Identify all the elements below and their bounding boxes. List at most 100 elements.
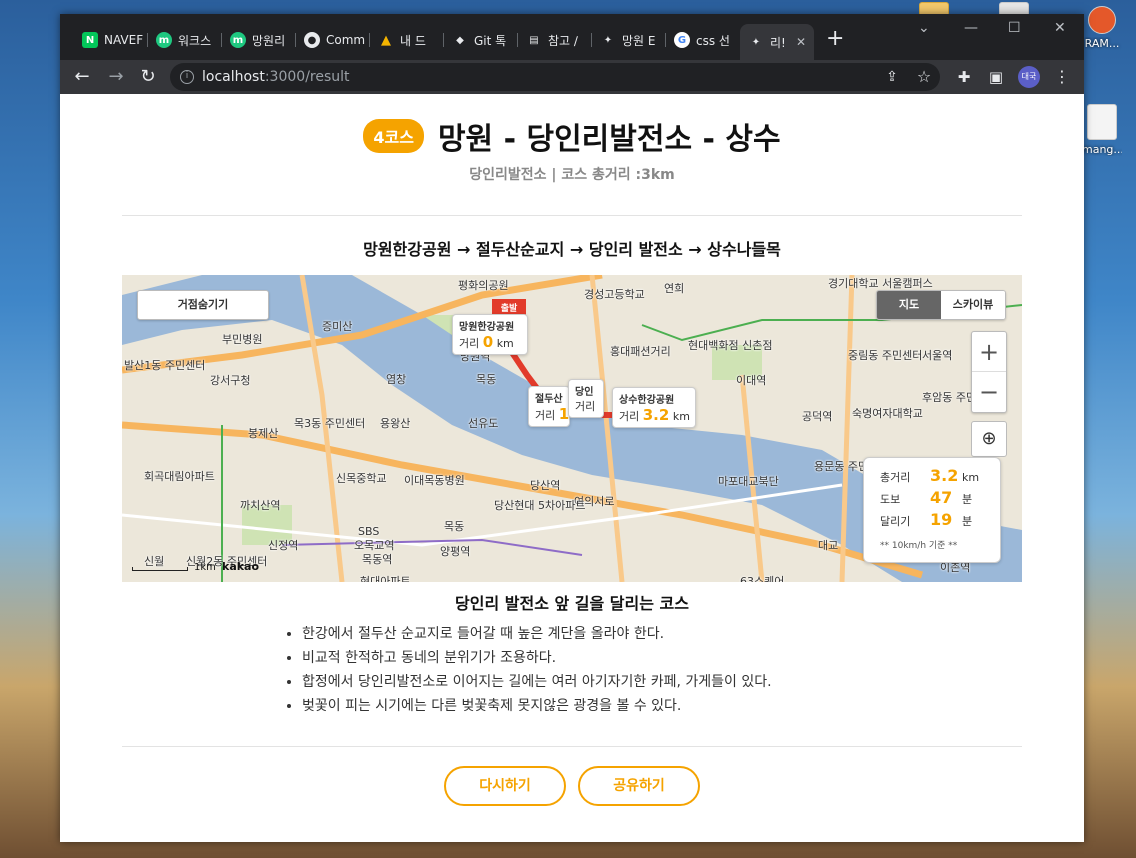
back-button[interactable]: ← — [70, 65, 94, 89]
runner-icon: ✦ — [603, 34, 613, 46]
stat-total-unit: km — [962, 471, 980, 484]
stat-run-label: 달리기 — [880, 515, 911, 528]
marker-dist-label: 거리 — [459, 337, 480, 350]
stat-walk-value: 47 — [930, 488, 953, 507]
course-badge: 4코스 — [363, 119, 424, 153]
share-page-icon[interactable]: ⇪ — [880, 65, 904, 89]
marker-dist-label: 거리 — [575, 400, 596, 413]
map-label: 숙명여자대학교 — [852, 407, 923, 420]
tab-2[interactable]: m 망원리 — [222, 26, 296, 54]
extensions-icon[interactable]: ✚ — [952, 65, 976, 89]
marker-dist-value: 0 — [482, 333, 494, 351]
zoom-out-button[interactable]: − — [972, 372, 1006, 412]
tab-search-icon[interactable]: ⌄ — [918, 20, 930, 36]
tab-6[interactable]: ▤ 참고 ∕ — [518, 26, 592, 54]
map-scale-label: 1km — [194, 562, 216, 573]
toolbar: ← → ↻ i localhost:3000/result ⇪ ☆ ✚ ▣ 대국… — [60, 60, 1084, 94]
desktop-icon-3[interactable]: RAM... — [1082, 6, 1122, 50]
divider-top — [122, 215, 1022, 216]
tab-label: 리! — [770, 35, 786, 50]
tab-label: css 선 — [696, 33, 730, 48]
map-label: 중림동 주민센터 — [848, 349, 923, 362]
map-label: 선유도 — [468, 417, 499, 430]
map-label: 염창 — [386, 373, 407, 386]
description-title: 당인리 발전소 앞 길을 달리는 코스 — [455, 594, 689, 613]
map-scale-bar — [132, 567, 188, 571]
site-info-icon[interactable]: i — [180, 70, 194, 84]
tab-7[interactable]: ✦ 망원 E — [592, 26, 666, 54]
profile-avatar[interactable]: 대국 — [1018, 66, 1040, 88]
tab-1[interactable]: m 워크스 — [148, 26, 222, 54]
map-label: 당산현대 5차아파트 — [494, 499, 586, 512]
map-label: 이대목동병원 — [404, 474, 465, 487]
map-label: 목3동 주민센터 — [294, 417, 366, 430]
close-window-button[interactable]: ✕ — [1054, 20, 1066, 36]
current-location-icon[interactable]: ⊕ — [971, 421, 1007, 457]
runner-icon: ✦ — [751, 36, 761, 48]
maptype-map-button[interactable]: 지도 — [877, 291, 941, 319]
bookmark-star-icon[interactable]: ☆ — [912, 65, 936, 89]
map-label: 경성고등학교 — [584, 288, 645, 301]
stat-walk-label: 도보 — [880, 493, 901, 506]
description-item: 벚꽃이 피는 시기에는 다른 벚꽃축제 못지않은 광경을 볼 수 있다. — [302, 694, 772, 718]
side-panel-icon[interactable]: ▣ — [984, 65, 1008, 89]
tab-5[interactable]: ◆ Git 톡 — [444, 26, 518, 54]
map-label: 신정역 — [268, 539, 299, 552]
minimize-button[interactable]: — — [964, 20, 978, 36]
marker-name: 망원한강공원 — [459, 322, 515, 333]
browser-window: N NAVEF m 워크스 m 망원리 ● Comm ▲ 내 드 ◆ Git 톡… — [60, 14, 1084, 842]
maptype-skyview-button[interactable]: 스카이뷰 — [941, 291, 1005, 319]
map-label: 당산역 — [530, 479, 561, 492]
map-label: 봉제산 — [248, 427, 279, 440]
document-icon — [1087, 104, 1117, 140]
map-label: 경기대학교 서울캠퍼스 — [828, 277, 933, 290]
tab-3[interactable]: ● Comm — [296, 26, 370, 54]
map-label: 홍대패션거리 — [610, 345, 671, 358]
github-icon: ● — [304, 32, 320, 48]
maximize-button[interactable]: ☐ — [1008, 20, 1021, 36]
tab-label: Git 톡 — [474, 33, 507, 48]
git-icon: ◆ — [456, 34, 464, 46]
course-map[interactable]: 평화의공원 경성고등학교 연희 경기대학교 서울캠퍼스 부민병원 증미산 망원역… — [122, 275, 1022, 582]
marker-info-0[interactable]: 망원한강공원 거리 0 km — [452, 314, 528, 355]
marker-dist-unit: km — [672, 410, 690, 423]
course-header: 4코스 망원 - 당인리발전소 - 상수 — [60, 114, 1084, 158]
marker-dist-value: 3.2 — [642, 406, 670, 424]
tab-4[interactable]: ▲ 내 드 — [370, 26, 444, 54]
reload-button[interactable]: ↻ — [136, 65, 160, 89]
tab-label: 내 드 — [400, 33, 426, 48]
description-item: 합정에서 당인리발전소로 이어지는 길에는 여러 아기자기한 카페, 가게들이 … — [302, 670, 772, 694]
desktop-icon-4[interactable]: mang... — [1082, 104, 1122, 156]
hide-markers-button[interactable]: 거점숨기기 — [137, 290, 269, 320]
map-label: 63스퀘어 — [740, 575, 785, 582]
marker-dist-label: 거리 — [535, 409, 556, 422]
map-label: 신목중학교 — [336, 472, 387, 485]
map-label: 회곡대림아파트 — [144, 470, 215, 483]
zoom-in-button[interactable]: + — [972, 332, 1006, 372]
tab-9-active[interactable]: ✦ 리! ✕ — [740, 24, 814, 60]
map-type-toggle: 지도 스카이뷰 — [876, 290, 1006, 320]
course-route: 망원한강공원 → 절두산순교지 → 당인리 발전소 → 상수나들목 — [363, 240, 781, 259]
stat-total-label: 총거리 — [880, 471, 911, 484]
course-title: 망원 - 당인리발전소 - 상수 — [437, 122, 781, 157]
map-label: 이대역 — [736, 374, 767, 387]
address-bar[interactable]: i localhost:3000/result — [170, 63, 940, 91]
naver-icon: N — [82, 32, 98, 48]
tab-0[interactable]: N NAVEF — [74, 26, 148, 54]
map-label: 양평역 — [440, 545, 471, 558]
marker-info-2[interactable]: 당인 거리 — [568, 379, 604, 418]
description-list: 한강에서 절두산 순교지로 들어갈 때 높은 계단을 올라야 한다. 비교적 한… — [302, 622, 772, 718]
map-label: 부민병원 — [222, 333, 263, 346]
tab-8[interactable]: G css 선 — [666, 26, 740, 54]
forward-button[interactable]: → — [104, 65, 128, 89]
marker-info-1[interactable]: 절두산 거리 1 — [528, 386, 570, 427]
retry-button[interactable]: 다시하기 — [444, 766, 566, 806]
stat-note: ** 10km/h 기준 ** — [880, 541, 958, 551]
tab-label: NAVEF — [104, 33, 144, 47]
marker-info-3[interactable]: 상수한강공원 거리 3.2 km — [612, 387, 696, 428]
map-label: 서울역 — [922, 349, 953, 362]
new-tab-button[interactable]: + — [826, 28, 844, 50]
menu-kebab-icon[interactable]: ⋮ — [1050, 65, 1074, 89]
close-tab-icon[interactable]: ✕ — [796, 35, 806, 49]
share-button[interactable]: 공유하기 — [578, 766, 700, 806]
